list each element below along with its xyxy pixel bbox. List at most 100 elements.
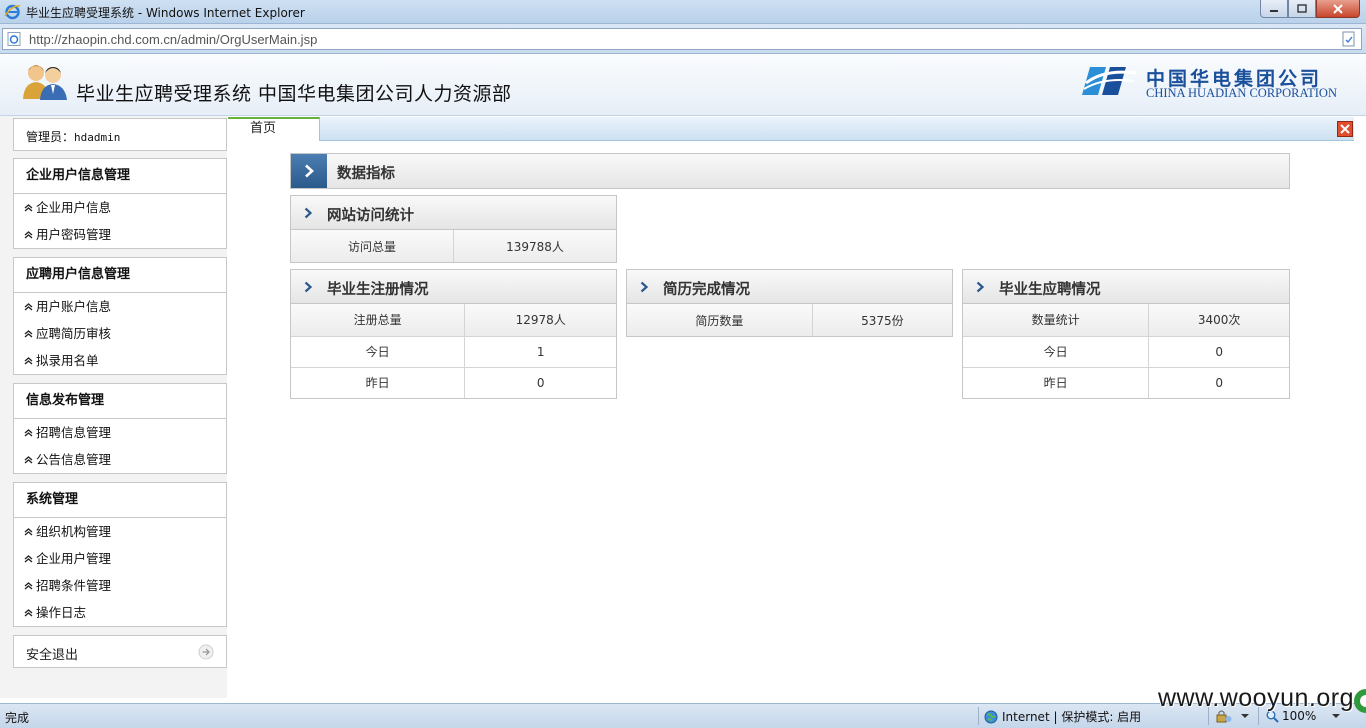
- sidebar-item-label: 企业用户信息: [36, 200, 112, 215]
- arrow-right-icon: [198, 644, 214, 660]
- resume-table: 简历数量 5375份: [627, 304, 952, 336]
- menu-group-title: 信息发布管理: [14, 384, 226, 419]
- sidebar-item-label: 组织机构管理: [36, 524, 112, 539]
- chevron-right-icon: [305, 164, 314, 178]
- table-row: 今日 1: [291, 336, 616, 368]
- double-chevron-up-icon: [24, 555, 33, 563]
- sidebar: 管理员：hdadmin 企业用户信息管理 企业用户信息 用户密码管理 应聘用户信…: [0, 116, 227, 698]
- sidebar-item-resume-review[interactable]: 应聘简历审核: [14, 320, 226, 347]
- card-title: 毕业生注册情况: [327, 282, 429, 298]
- menu-group-applicant-users: 应聘用户信息管理 用户账户信息 应聘简历审核 拟录用名单: [13, 257, 227, 375]
- admin-label-wrap: 管理员：hdadmin: [26, 128, 120, 145]
- sidebar-item-hire-list[interactable]: 拟录用名单: [14, 347, 226, 374]
- page-ie-icon: [7, 32, 21, 46]
- admin-info: 管理员：hdadmin: [13, 118, 227, 151]
- table-cell-label: 今日: [963, 336, 1150, 368]
- logout-button[interactable]: 安全退出: [13, 635, 227, 668]
- window-title: 毕业生应聘受理系统 - Windows Internet Explorer: [26, 6, 305, 20]
- minimize-icon: [1270, 9, 1278, 12]
- card-resume-completion: 简历完成情况 简历数量 5375份: [626, 269, 953, 337]
- brand-english-name: CHINA HUADIAN CORPORATION: [1146, 86, 1337, 100]
- card-header: 网站访问统计: [291, 196, 616, 230]
- sidebar-item-enterprise-user-info[interactable]: 企业用户信息: [14, 194, 226, 221]
- card-graduate-applications: 毕业生应聘情况 数量统计 3400次 今日 0 昨日 0: [962, 269, 1290, 399]
- card-title: 网站访问统计: [327, 208, 414, 224]
- sidebar-item-label: 招聘条件管理: [36, 578, 112, 593]
- table-cell-value: 0: [1215, 375, 1223, 390]
- double-chevron-up-icon: [24, 204, 33, 212]
- applications-table: 数量统计 3400次 今日 0 昨日 0: [963, 304, 1289, 398]
- brand-logo: 中国华电集团公司 CHINA HUADIAN CORPORATION: [1080, 63, 1342, 103]
- double-chevron-up-icon: [24, 303, 33, 311]
- menu-group-publishing: 信息发布管理 招聘信息管理 公告信息管理: [13, 383, 227, 474]
- minimize-button[interactable]: [1260, 0, 1288, 18]
- table-cell-label: 访问总量: [291, 230, 454, 262]
- table-cell-label: 数量统计: [963, 304, 1150, 337]
- sidebar-item-label: 操作日志: [36, 605, 87, 620]
- tab-home-label: 首页: [250, 121, 277, 136]
- section-chevron: [291, 154, 327, 188]
- sidebar-item-recruitment-criteria[interactable]: 招聘条件管理: [14, 572, 226, 599]
- table-cell-label: 简历数量: [627, 304, 813, 336]
- app-header: 毕业生应聘受理系统 中国华电集团公司人力资源部 中国华电集团公司 CHINA H…: [0, 55, 1366, 116]
- double-chevron-up-icon: [24, 231, 33, 239]
- chevron-right-icon: [640, 281, 649, 293]
- double-chevron-up-icon: [24, 357, 33, 365]
- close-tab-icon[interactable]: [1337, 121, 1353, 137]
- double-chevron-up-icon: [24, 528, 33, 536]
- table-cell-value: 5375份: [812, 304, 952, 336]
- tab-home[interactable]: 首页: [228, 117, 320, 141]
- security-zone[interactable]: Internet | 保护模式: 启用: [984, 708, 1141, 725]
- sidebar-item-operation-log[interactable]: 操作日志: [14, 599, 226, 626]
- table-row: 注册总量 12978人: [291, 304, 616, 337]
- maximize-button[interactable]: [1288, 0, 1316, 18]
- status-text: 完成: [5, 711, 30, 725]
- admin-name: hdadmin: [74, 131, 121, 144]
- sidebar-item-label: 用户账户信息: [36, 299, 112, 314]
- chevron-down-icon[interactable]: [1332, 714, 1340, 718]
- chevron-right-icon: [304, 281, 313, 293]
- chevron-down-icon[interactable]: [1241, 714, 1249, 718]
- sidebar-item-announcements[interactable]: 公告信息管理: [14, 446, 226, 473]
- menu-group-title: 企业用户信息管理: [14, 159, 226, 194]
- table-cell-label: 注册总量: [291, 304, 466, 337]
- table-row: 昨日 0: [963, 367, 1289, 398]
- menu-group-title: 系统管理: [14, 483, 226, 518]
- menu-group-title: 应聘用户信息管理: [14, 258, 226, 293]
- card-website-visits: 网站访问统计 访问总量 139788人: [290, 195, 617, 263]
- url-field[interactable]: http://zhaopin.chd.com.cn/admin/OrgUserM…: [2, 28, 1362, 50]
- table-cell-value: 1: [464, 336, 616, 368]
- sidebar-item-user-accounts[interactable]: 用户账户信息: [14, 293, 226, 320]
- address-bar: http://zhaopin.chd.com.cn/admin/OrgUserM…: [0, 24, 1366, 54]
- users-icon: [23, 65, 67, 100]
- table-row: 昨日 0: [291, 367, 616, 398]
- chevron-right-icon: [976, 281, 985, 293]
- compatibility-view-icon[interactable]: [1341, 31, 1357, 47]
- logout-label: 安全退出: [26, 648, 79, 663]
- double-chevron-up-icon: [24, 330, 33, 338]
- sidebar-item-organization[interactable]: 组织机构管理: [14, 518, 226, 545]
- close-icon: [1333, 3, 1343, 14]
- sidebar-item-label: 公告信息管理: [36, 452, 112, 467]
- card-header: 毕业生注册情况: [291, 270, 616, 304]
- table-cell-value: 0: [536, 375, 545, 390]
- visits-table: 访问总量 139788人: [291, 230, 616, 262]
- table-cell-label: 今日: [291, 336, 466, 368]
- sidebar-item-recruitment-info[interactable]: 招聘信息管理: [14, 419, 226, 446]
- table-cell-label: 昨日: [291, 367, 466, 398]
- close-window-button[interactable]: [1316, 0, 1360, 18]
- table-row: 简历数量 5375份: [627, 304, 952, 336]
- table-row: 今日 0: [963, 336, 1289, 368]
- sidebar-item-label: 企业用户管理: [36, 551, 112, 566]
- menu-group-system: 系统管理 组织机构管理 企业用户管理 招聘条件管理 操作日志: [13, 482, 227, 627]
- status-divider: [978, 707, 979, 725]
- section-header-metrics: 数据指标: [290, 153, 1290, 189]
- table-cell-label: 昨日: [963, 367, 1150, 398]
- table-cell-value: 139788人: [453, 230, 616, 262]
- double-chevron-up-icon: [24, 429, 33, 437]
- sidebar-item-password-management[interactable]: 用户密码管理: [14, 221, 226, 248]
- sidebar-item-label: 用户密码管理: [36, 227, 112, 242]
- sidebar-item-enterprise-user-management[interactable]: 企业用户管理: [14, 545, 226, 572]
- card-graduate-registration: 毕业生注册情况 注册总量 12978人 今日 1 昨日 0: [290, 269, 617, 399]
- chevron-right-icon: [304, 207, 313, 219]
